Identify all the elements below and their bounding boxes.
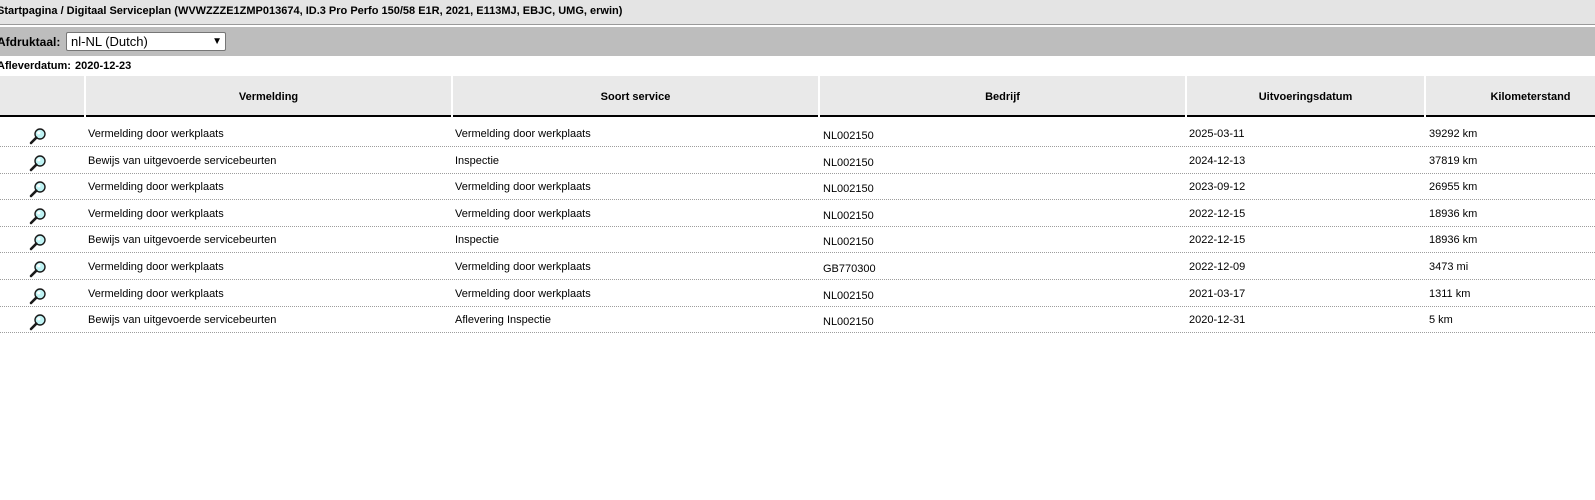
cell-vermelding: Vermelding door werkplaats bbox=[88, 288, 224, 300]
cell-kilometerstand: 1311 km bbox=[1429, 288, 1471, 300]
cell-uitvoeringsdatum: 2022-12-15 bbox=[1189, 208, 1246, 220]
cell-soort-service: Vermelding door werkplaats bbox=[455, 261, 591, 273]
table-row[interactable]: Vermelding door werkplaats Vermelding doo… bbox=[0, 253, 1595, 280]
magnifier-icon[interactable] bbox=[29, 180, 47, 198]
cell-bedrijf: NL002150 bbox=[823, 210, 874, 222]
breadcrumb[interactable]: Startpagina / Digitaal Serviceplan (WVWZ… bbox=[0, 5, 622, 17]
cell-kilometerstand: 18936 km bbox=[1429, 208, 1478, 220]
table-header: Vermelding Soort service Bedrijf Uitvoer… bbox=[0, 76, 1595, 118]
chevron-down-icon: ▼ bbox=[212, 36, 222, 47]
cell-kilometerstand: 26955 km bbox=[1429, 181, 1478, 193]
magnifier-icon[interactable] bbox=[29, 154, 47, 172]
cell-uitvoeringsdatum: 2025-03-11 bbox=[1189, 128, 1245, 140]
cell-vermelding: Vermelding door werkplaats bbox=[88, 208, 224, 220]
cell-vermelding: Vermelding door werkplaats bbox=[88, 261, 224, 273]
magnifier-icon[interactable] bbox=[29, 287, 47, 305]
magnifier-icon[interactable] bbox=[29, 313, 47, 331]
column-header-soort-service[interactable]: Soort service bbox=[453, 76, 818, 117]
table-row[interactable]: Vermelding door werkplaats Vermelding doo… bbox=[0, 173, 1595, 200]
cell-soort-service: Inspectie bbox=[455, 234, 500, 246]
magnifier-icon[interactable] bbox=[29, 127, 47, 145]
language-bar: Afdruktaal: nl-NL (Dutch) ▼ bbox=[0, 27, 1595, 56]
delivery-date-label: Afleverdatum: bbox=[0, 60, 71, 72]
cell-bedrijf: NL002150 bbox=[823, 316, 874, 328]
cell-vermelding: Bewijs van uitgevoerde servicebeurten bbox=[88, 314, 277, 326]
column-header-kilometerstand[interactable]: Kilometerstand bbox=[1426, 76, 1595, 117]
cell-vermelding: Bewijs van uitgevoerde servicebeurten bbox=[88, 234, 277, 246]
cell-kilometerstand: 37819 km bbox=[1429, 155, 1478, 167]
cell-uitvoeringsdatum: 2021-03-17 bbox=[1189, 288, 1246, 300]
cell-kilometerstand: 39292 km bbox=[1429, 128, 1478, 140]
cell-bedrijf: NL002150 bbox=[823, 183, 874, 195]
print-language-label: Afdruktaal: bbox=[0, 35, 61, 49]
cell-vermelding: Vermelding door werkplaats bbox=[88, 128, 224, 140]
cell-soort-service: Inspectie bbox=[455, 155, 500, 167]
cell-bedrijf: GB770300 bbox=[823, 263, 876, 275]
cell-bedrijf: NL002150 bbox=[823, 236, 874, 248]
column-header-vermelding[interactable]: Vermelding bbox=[86, 76, 451, 117]
table-row[interactable]: Vermelding door werkplaats Vermelding doo… bbox=[0, 200, 1595, 227]
print-language-value: nl-NL (Dutch) bbox=[71, 34, 148, 49]
table-row[interactable]: Bewijs van uitgevoerde servicebeurten Ins… bbox=[0, 226, 1595, 253]
cell-kilometerstand: 18936 km bbox=[1429, 234, 1478, 246]
cell-soort-service: Vermelding door werkplaats bbox=[455, 208, 591, 220]
table-row[interactable]: Vermelding door werkplaats Vermelding doo… bbox=[0, 280, 1595, 307]
magnifier-icon[interactable] bbox=[29, 260, 47, 278]
cell-vermelding: Vermelding door werkplaats bbox=[88, 181, 224, 193]
cell-soort-service: Vermelding door werkplaats bbox=[455, 181, 591, 193]
cell-uitvoeringsdatum: 2022-12-15 bbox=[1189, 234, 1246, 246]
cell-bedrijf: NL002150 bbox=[823, 157, 874, 169]
cell-uitvoeringsdatum: 2020-12-31 bbox=[1189, 314, 1246, 326]
cell-soort-service: Aflevering Inspectie bbox=[455, 314, 551, 326]
cell-kilometerstand: 3473 mi bbox=[1429, 261, 1469, 273]
column-header-uitvoeringsdatum[interactable]: Uitvoeringsdatum bbox=[1187, 76, 1424, 117]
magnifier-icon[interactable] bbox=[29, 207, 47, 225]
table-row[interactable]: Bewijs van uitgevoerde servicebeurten Ins… bbox=[0, 147, 1595, 174]
magnifier-icon[interactable] bbox=[29, 233, 47, 251]
column-header-bedrijf[interactable]: Bedrijf bbox=[820, 76, 1185, 117]
cell-soort-service: Vermelding door werkplaats bbox=[455, 288, 591, 300]
cell-uitvoeringsdatum: 2022-12-09 bbox=[1189, 261, 1246, 273]
delivery-date-value: 2020-12-23 bbox=[74, 60, 132, 72]
cell-uitvoeringsdatum: 2023-09-12 bbox=[1189, 181, 1246, 193]
table-row[interactable]: Vermelding door werkplaats Vermelding doo… bbox=[0, 120, 1595, 147]
cell-kilometerstand: 5 km bbox=[1429, 314, 1453, 326]
delivery-date: Afleverdatum: 2020-12-23 bbox=[0, 60, 131, 72]
cell-bedrijf: NL002150 bbox=[823, 290, 874, 302]
cell-soort-service: Vermelding door werkplaats bbox=[455, 128, 591, 140]
title-bar: Startpagina / Digitaal Serviceplan (WVWZ… bbox=[0, 0, 1595, 25]
table-row[interactable]: Bewijs van uitgevoerde servicebeurten Afl… bbox=[0, 306, 1595, 333]
cell-vermelding: Bewijs van uitgevoerde servicebeurten bbox=[88, 155, 277, 167]
cell-uitvoeringsdatum: 2024-12-13 bbox=[1189, 155, 1246, 167]
column-header-icon bbox=[0, 76, 84, 117]
cell-bedrijf: NL002150 bbox=[823, 130, 874, 142]
print-language-select[interactable]: nl-NL (Dutch) ▼ bbox=[66, 32, 226, 51]
